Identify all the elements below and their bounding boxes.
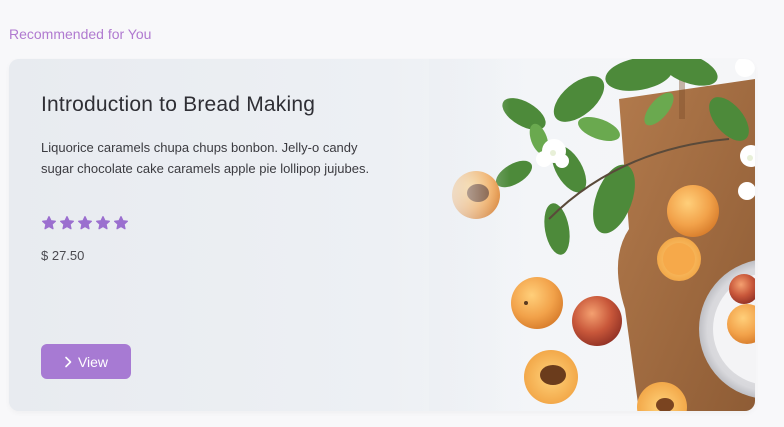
star-icon xyxy=(42,216,56,230)
star-icon xyxy=(78,216,92,230)
course-title: Introduction to Bread Making xyxy=(41,93,316,116)
star-icon xyxy=(60,216,74,230)
food-photo xyxy=(429,59,755,411)
star-rating xyxy=(41,215,129,231)
view-button-label: View xyxy=(77,353,109,370)
course-description: Liquorice caramels chupa chups bonbon. J… xyxy=(41,140,370,176)
section-title: Recommended for You xyxy=(9,26,152,42)
card-content: Introduction to Bread Making Liquorice c… xyxy=(41,59,401,411)
star-icon xyxy=(96,216,110,230)
star-icon xyxy=(114,216,128,230)
view-button[interactable]: View xyxy=(41,344,131,379)
course-card[interactable]: Introduction to Bread Making Liquorice c… xyxy=(9,59,755,411)
course-price: $ 27.50 xyxy=(41,248,85,263)
chevron-right-icon xyxy=(65,356,72,367)
